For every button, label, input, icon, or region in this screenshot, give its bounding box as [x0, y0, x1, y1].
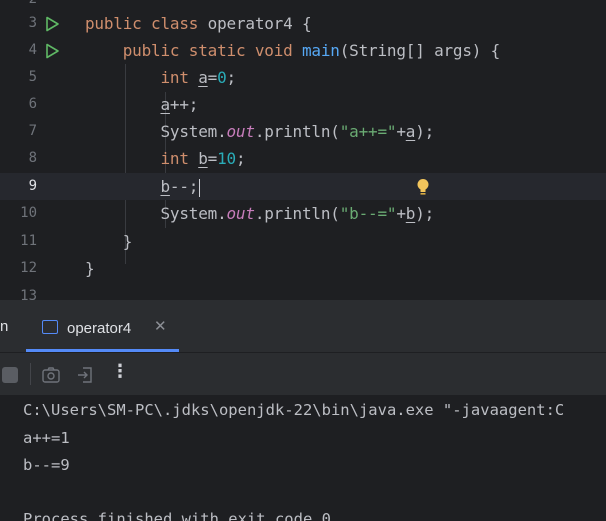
line-number: 9 [28, 178, 37, 194]
code-text: } [85, 259, 95, 278]
run-gutter-icon[interactable] [44, 16, 60, 32]
tab-operator4[interactable]: operator4 ✕ [34, 310, 180, 352]
line-number: 10 [20, 205, 37, 221]
tool-window-title: n [0, 318, 9, 335]
code-line: 12 } [0, 255, 606, 282]
line-number: 6 [28, 96, 37, 112]
camera-icon[interactable] [41, 365, 61, 385]
line-number: 12 [20, 260, 37, 276]
tab-label: operator4 [67, 320, 132, 337]
code-editor[interactable]: 2 3 public class operator4 { 4 public st… [0, 0, 606, 300]
code-line: 6 a++; [0, 91, 606, 118]
line-number: 11 [20, 233, 37, 249]
code-text: System.out.println("a++="+a); [160, 122, 435, 141]
code-text: int b=10; [160, 149, 246, 168]
line-number: 3 [28, 15, 37, 31]
code-line: 11 } [0, 228, 606, 255]
line-number: 13 [20, 288, 37, 300]
code-line: 3 public class operator4 { [0, 10, 606, 37]
line-number: 4 [28, 42, 37, 58]
code-text: int a=0; [160, 68, 236, 87]
console-output[interactable]: C:\Users\SM-PC\.jdks\openjdk-22\bin\java… [0, 395, 606, 521]
code-line: 13 [0, 283, 606, 300]
code-text: b--; [160, 177, 201, 197]
code-text: public class operator4 { [85, 14, 312, 33]
code-line: 7 System.out.println("a++="+a); [0, 118, 606, 145]
code-line: 5 int a=0; [0, 64, 606, 91]
console-line: a++=1 [23, 429, 70, 447]
code-line: 8 int b=10; [0, 145, 606, 172]
run-toolbar: ⋮ [0, 353, 606, 395]
run-gutter-icon[interactable] [44, 43, 60, 59]
console-line: C:\Users\SM-PC\.jdks\openjdk-22\bin\java… [23, 401, 565, 419]
active-tab-indicator [26, 349, 179, 352]
line-number: 5 [28, 69, 37, 85]
code-line-current: 9 b--; [0, 173, 606, 200]
code-text: System.out.println("b--="+b); [160, 204, 435, 223]
toolbar-separator [30, 363, 31, 385]
text-caret [199, 178, 201, 197]
code-line: 4 public static void main(String[] args)… [0, 37, 606, 64]
run-tool-window-header: n operator4 ✕ [0, 302, 606, 353]
console-line: b--=9 [23, 456, 70, 474]
line-number: 7 [28, 123, 37, 139]
console-line: Process finished with exit code 0 [23, 510, 331, 521]
intention-bulb-icon[interactable] [416, 178, 430, 198]
stop-icon[interactable] [2, 367, 18, 383]
console-tab-icon [42, 320, 58, 334]
code-line: 10 System.out.println("b--="+b); [0, 200, 606, 227]
code-text: } [122, 232, 133, 251]
more-icon[interactable]: ⋮ [111, 361, 129, 382]
close-icon[interactable]: ✕ [154, 317, 167, 335]
code-text: public static void main(String[] args) { [122, 41, 501, 60]
line-number: 8 [28, 150, 37, 166]
exit-icon[interactable] [75, 365, 95, 385]
code-text: a++; [160, 95, 199, 114]
